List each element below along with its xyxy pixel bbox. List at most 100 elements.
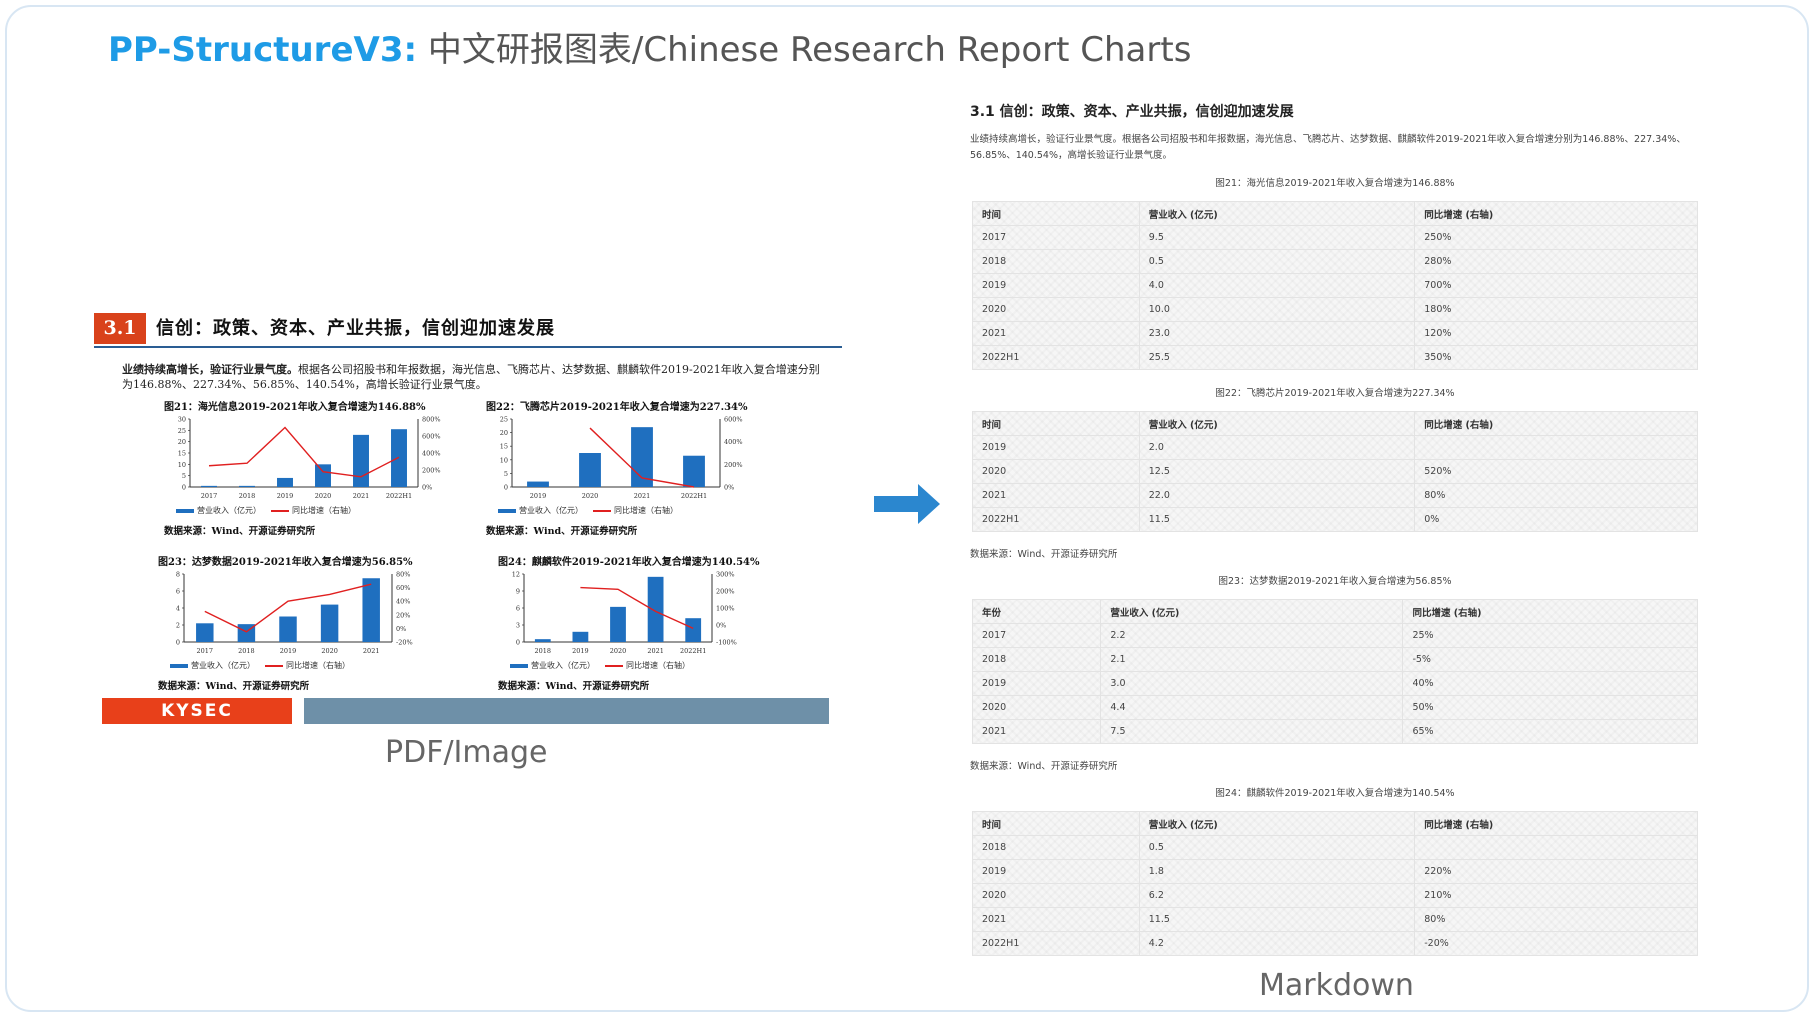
md-source-1: 数据来源：Wind、开源证券研究所 [970, 549, 1118, 560]
table-row: 2020 10.0 180% [972, 297, 1698, 322]
y-tick-label: 3 [516, 622, 520, 630]
table-cell: 2019 [972, 273, 1140, 298]
table-cell: 2022H1 [972, 345, 1140, 370]
table-cell: 2022H1 [972, 931, 1140, 956]
section-title: 信创：政策、资本、产业共振，信创迎加速发展 [156, 318, 555, 339]
mini-chart-2: 图22：飞腾芯片2019-2021年收入复合增速为227.34% 25 20 15 10… [486, 398, 766, 537]
chart-legend: 营业收入（亿元） 同比增速（右轴） [176, 505, 464, 516]
x-tick-label: 2020 [582, 492, 599, 500]
bar [196, 623, 214, 642]
table-cell: 50% [1402, 695, 1698, 720]
bar [683, 455, 705, 487]
table-cell: 25% [1402, 623, 1698, 648]
table-cell: 0.5 [1138, 249, 1416, 274]
table-cell [1414, 835, 1698, 860]
table-header-cell: 年份 [971, 599, 1102, 624]
x-tick-label: 2019 [277, 492, 294, 500]
y2-tick-label: 400% [422, 450, 441, 458]
y-tick-label: 5 [504, 470, 508, 478]
chart-source: 数据来源：Wind、开源证券研究所 [164, 526, 316, 537]
y2-tick-label: 40% [396, 598, 410, 606]
y-tick-label: 5 [182, 472, 186, 480]
table-header-cell: 时间 [972, 411, 1140, 436]
table-header-row: 时间 营业收入 (亿元) 同比增速 (右轴) [972, 411, 1698, 436]
bar [362, 578, 380, 642]
table-cell: 0% [1414, 507, 1698, 532]
table-header-row: 时间 营业收入 (亿元) 同比增速 (右轴) [972, 811, 1698, 836]
y-tick-label: 9 [516, 588, 520, 596]
table-cell: 2017 [971, 623, 1102, 648]
table-cell: 520% [1414, 459, 1698, 484]
table-cell: 80% [1414, 483, 1698, 508]
table-row: 2019 3.0 40% [971, 671, 1698, 696]
chart-plot: 8 6 4 2 0 80% 60% 40% 20% 0% -20% 2017 2018 2019 2020 2… [176, 571, 413, 656]
table-cell: 65% [1402, 719, 1698, 744]
bar [315, 464, 331, 487]
markdown-label: Markdown [1259, 968, 1414, 1003]
y-tick-label: 4 [176, 605, 180, 613]
table-cell: 4.0 [1138, 273, 1416, 298]
table-header-cell: 营业收入 (亿元) [1100, 599, 1404, 624]
y-tick-label: 0 [176, 639, 180, 647]
table-cell: 2021 [971, 719, 1102, 744]
legend-bar-swatch [498, 509, 516, 513]
md-caption-2: 图22：飞腾芯片2019-2021年收入复合增速为227.34% [1215, 388, 1455, 399]
legend-bar-label: 营业收入（亿元） [191, 661, 255, 670]
y2-tick-label: -20% [396, 639, 413, 647]
table-row: 2018 2.1 -5% [971, 647, 1698, 672]
table-cell: 2020 [971, 695, 1102, 720]
y-tick-label: 20 [178, 438, 186, 446]
bar [647, 576, 664, 642]
md-caption-4: 图24：麒麟软件2019-2021年收入复合增速为140.54% [1215, 788, 1455, 799]
y2-tick-label: 200% [422, 467, 441, 475]
y-tick-label: 30 [178, 416, 186, 424]
arrow-right-icon [874, 484, 940, 524]
table-row: 2020 4.4 50% [971, 695, 1698, 720]
table-row: 2022H1 11.5 0% [972, 507, 1698, 532]
chart-source: 数据来源：Wind、开源证券研究所 [498, 681, 650, 692]
table-cell: 2017 [972, 225, 1140, 250]
x-tick-label: 2018 [535, 647, 552, 655]
chart-source: 数据来源：Wind、开源证券研究所 [158, 681, 310, 692]
table-cell: 2019 [972, 435, 1140, 460]
md-table-4: 时间 营业收入 (亿元) 同比增速 (右轴) 2018 0.5 2019 1.8 220% 20… [972, 811, 1698, 956]
x-tick-label: 2022H1 [681, 492, 707, 500]
table-cell: 12.5 [1138, 459, 1416, 484]
legend-line-label: 同比增速（右轴） [626, 661, 690, 670]
table-row: 2019 2.0 [972, 435, 1698, 460]
bar [527, 481, 549, 487]
table-cell: 2.0 [1138, 435, 1416, 460]
x-tick-label: 2019 [530, 492, 547, 500]
x-tick-label: 2021 [647, 647, 664, 655]
x-tick-label: 2022H1 [386, 492, 412, 500]
bar [320, 604, 339, 642]
x-tick-label: 2022H1 [680, 647, 706, 655]
x-tick-label: 2019 [572, 647, 589, 655]
x-tick-label: 2020 [610, 647, 627, 655]
growth-line [580, 586, 694, 630]
chart-legend: 营业收入（亿元） 同比增速（右轴） [498, 505, 766, 516]
table-row: 2019 1.8 220% [972, 859, 1698, 884]
table-row: 2021 22.0 80% [972, 483, 1698, 508]
legend-line-swatch [265, 665, 283, 667]
x-tick-label: 2021 [634, 492, 651, 500]
x-tick-label: 2021 [353, 492, 370, 500]
y2-tick-label: -100% [716, 639, 737, 647]
table-cell: 280% [1414, 249, 1698, 274]
legend-bar-label: 营业收入（亿元） [197, 506, 261, 515]
y-tick-label: 25 [500, 416, 508, 424]
y2-tick-label: 800% [422, 416, 441, 424]
y2-tick-label: 200% [716, 588, 735, 596]
table-cell: 3.0 [1100, 671, 1404, 696]
chart-plot: 30 25 20 15 10 5 0 800% 600% 400% 200% 0% 2017 2018 20… [178, 416, 441, 501]
table-header-cell: 同比增速 (右轴) [1402, 599, 1698, 624]
y2-tick-label: 0% [716, 622, 726, 630]
table-header-cell: 营业收入 (亿元) [1138, 411, 1416, 436]
table-cell: 2018 [971, 647, 1102, 672]
y-tick-label: 12 [512, 571, 520, 579]
pdf-paragraph-bold: 业绩持续高增长，验证行业景气度。 [122, 363, 298, 376]
legend-line-label: 同比增速（右轴） [614, 506, 678, 515]
bar [201, 485, 217, 487]
table-cell: 2021 [972, 907, 1140, 932]
legend-line-swatch [593, 510, 611, 512]
